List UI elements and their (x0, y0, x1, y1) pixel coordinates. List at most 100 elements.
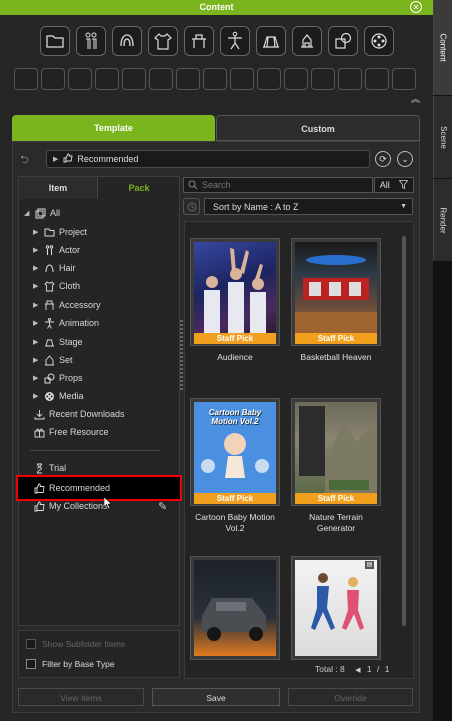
empty-slot[interactable] (95, 68, 119, 90)
chevron-down-icon[interactable]: ⌄ (397, 151, 413, 167)
empty-slot[interactable] (257, 68, 281, 90)
thumbnail-label: Basketball Heaven (300, 352, 372, 362)
search-filter-dropdown[interactable]: All (374, 177, 414, 193)
category-icon-bar (40, 26, 394, 56)
tree-item-animation[interactable]: ▶ Animation (33, 315, 99, 332)
chevron-right-icon[interactable]: ▶ (33, 224, 43, 241)
tree-item-free-resource[interactable]: Free Resource (33, 424, 109, 441)
set-icon (43, 355, 55, 366)
side-tab-scene[interactable]: Scene (433, 96, 452, 178)
thumbnail-image[interactable]: Staff Pick (291, 398, 381, 506)
tree-item-my-collections[interactable]: My Collections (33, 498, 108, 515)
filter-base-checkbox[interactable] (26, 659, 36, 669)
thumbnail-card[interactable]: Cartoon Baby Motion Vol.2 Staff Pick Car… (190, 398, 280, 534)
chevron-right-icon[interactable]: ▶ (33, 370, 43, 387)
empty-slot[interactable] (203, 68, 227, 90)
thumbnail-image[interactable]: Staff Pick (190, 238, 280, 346)
tree-item-actor[interactable]: ▶ Actor (33, 242, 80, 259)
folder-icon (43, 227, 55, 238)
filter-base-option[interactable]: Filter by Base Type (26, 659, 115, 669)
thumbnail-image[interactable]: Cartoon Baby Motion Vol.2 Staff Pick (190, 398, 280, 506)
tree-item-media[interactable]: ▶ Media (33, 388, 84, 405)
chevron-right-icon[interactable]: ▶ (33, 334, 43, 351)
breadcrumb[interactable]: ▶ Recommended (46, 150, 370, 168)
empty-slot[interactable] (14, 68, 38, 90)
tree-item-project[interactable]: ▶ Project (33, 224, 87, 241)
close-icon[interactable]: ✕ (410, 1, 422, 13)
chevron-right-icon[interactable]: ▶ (33, 278, 43, 295)
empty-slot[interactable] (284, 68, 308, 90)
history-icon[interactable] (183, 198, 200, 215)
splitter-handle[interactable] (180, 320, 183, 390)
chevron-right-icon[interactable]: ▶ (33, 352, 43, 369)
set-icon[interactable] (292, 26, 322, 56)
view-items-button[interactable]: View Items (18, 688, 144, 706)
empty-slot[interactable] (68, 68, 92, 90)
empty-slot[interactable] (230, 68, 254, 90)
thumbnail-image[interactable] (190, 556, 280, 660)
prev-page-icon[interactable]: ◀ (355, 667, 360, 674)
tree-item-accessory[interactable]: ▶ Accessory (33, 297, 101, 314)
show-subfolder-option[interactable]: Show Subfolder Items (26, 639, 125, 649)
empty-slot[interactable] (365, 68, 389, 90)
empty-slot[interactable] (311, 68, 335, 90)
tree-item-cloth[interactable]: ▶ Cloth (33, 278, 80, 295)
media-icon[interactable] (364, 26, 394, 56)
edit-pencil-icon[interactable]: ✎ (158, 500, 167, 513)
empty-slot[interactable] (122, 68, 146, 90)
info-icon[interactable]: ▤ (365, 561, 374, 569)
tree-item-recent-downloads[interactable]: Recent Downloads (33, 406, 125, 423)
download-icon (33, 409, 45, 420)
thumbnail-image[interactable]: Staff Pick (291, 238, 381, 346)
thumbnail-image[interactable]: ▤ (291, 556, 381, 660)
animation-icon[interactable] (220, 26, 250, 56)
thumbnail-card[interactable]: Staff Pick Audience (190, 238, 280, 363)
chevron-right-icon[interactable]: ▶ (33, 315, 43, 332)
tree-item-label: Cloth (59, 281, 81, 291)
chevron-right-icon[interactable]: ▶ (33, 388, 43, 405)
chevron-right-icon: ▶ (53, 156, 59, 163)
collapse-chevron-icon[interactable]: ︽ (411, 92, 420, 105)
folder-icon[interactable] (40, 26, 70, 56)
chevron-right-icon[interactable]: ▶ (33, 242, 43, 259)
tree-item-hair[interactable]: ▶ Hair (33, 260, 76, 277)
grid-scrollbar[interactable] (402, 236, 406, 626)
pager-current[interactable]: 1 (367, 664, 372, 674)
hair-icon[interactable] (112, 26, 142, 56)
tab-custom[interactable]: Custom (216, 115, 420, 141)
props-icon[interactable] (328, 26, 358, 56)
empty-slot[interactable] (176, 68, 200, 90)
accessory-icon[interactable] (184, 26, 214, 56)
override-button[interactable]: Override (288, 688, 413, 706)
sort-dropdown[interactable]: Sort by Name : A to Z ▼ (204, 198, 413, 215)
cloth-icon[interactable] (148, 26, 178, 56)
save-button[interactable]: Save (152, 688, 280, 706)
thumbnail-card[interactable]: Staff Pick Basketball Heaven (291, 238, 381, 363)
runners-image (295, 560, 377, 656)
empty-slot[interactable] (41, 68, 65, 90)
back-arrow-icon[interactable]: ⮌ (20, 151, 29, 170)
tree-item-stage[interactable]: ▶ Stage (33, 334, 83, 351)
actor-pair-icon[interactable] (76, 26, 106, 56)
subtab-pack[interactable]: Pack (99, 177, 179, 199)
side-tab-render[interactable]: Render (433, 179, 452, 261)
empty-slot[interactable] (149, 68, 173, 90)
tab-template[interactable]: Template (12, 115, 215, 141)
chevron-right-icon[interactable]: ▶ (33, 297, 43, 314)
side-tab-content[interactable]: Content (433, 0, 452, 95)
tree-item-set[interactable]: ▶ Set (33, 352, 73, 369)
thumbnail-card[interactable] (190, 556, 280, 660)
subtab-item[interactable]: Item (19, 177, 98, 199)
refresh-icon[interactable]: ⟳ (375, 151, 391, 167)
thumbnail-card[interactable]: Staff Pick Nature Terrain Generator (291, 398, 381, 534)
stage-icon[interactable] (256, 26, 286, 56)
empty-slot[interactable] (392, 68, 416, 90)
thumbnail-card[interactable]: ▤ (291, 556, 381, 660)
search-input[interactable]: Search (183, 177, 373, 193)
empty-slot[interactable] (338, 68, 362, 90)
show-subfolder-checkbox[interactable] (26, 639, 36, 649)
chevron-right-icon[interactable]: ▶ (33, 260, 43, 277)
tree-item-all[interactable]: ◢ All (24, 205, 60, 222)
expand-arrow-icon[interactable]: ◢ (24, 205, 34, 222)
tree-item-props[interactable]: ▶ Props (33, 370, 83, 387)
